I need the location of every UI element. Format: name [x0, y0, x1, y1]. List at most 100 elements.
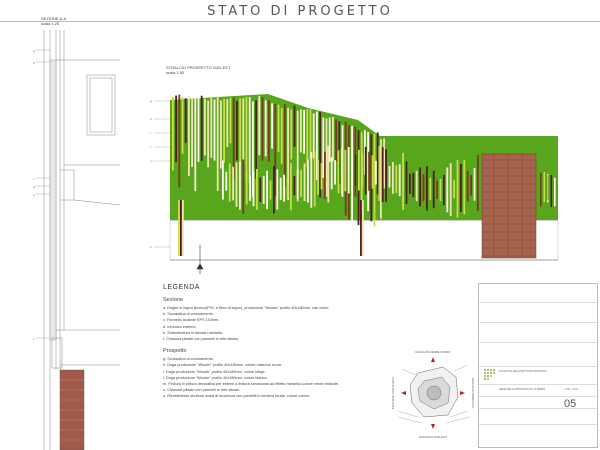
elevation-scale: scala 1:50 [166, 70, 185, 75]
slat [463, 159, 466, 215]
slat [242, 159, 245, 214]
slat [300, 109, 302, 153]
slat [276, 169, 279, 210]
slat [313, 150, 316, 207]
svg-text:a: a [33, 49, 35, 53]
slat [280, 107, 283, 164]
slat [225, 171, 228, 191]
slat [245, 170, 248, 205]
slat [320, 163, 323, 190]
slat [248, 97, 251, 184]
page-title: STATO DI PROGETTO [207, 4, 393, 19]
slat [286, 177, 289, 198]
slat [358, 149, 360, 191]
slat [344, 149, 347, 192]
arrow-marker [401, 391, 406, 395]
slat [307, 159, 309, 203]
slat [207, 100, 209, 168]
svg-text:d: d [33, 185, 35, 189]
slat [322, 117, 325, 178]
slat [194, 94, 197, 192]
slat [439, 178, 442, 201]
plan-label-nw: FACCIATA NORD-OVEST [416, 350, 451, 354]
slat [284, 104, 286, 187]
slat [402, 152, 404, 211]
slat [235, 162, 238, 207]
slat [325, 118, 328, 197]
pillar-slat [182, 200, 184, 256]
slat [456, 159, 459, 218]
slat [242, 98, 245, 165]
plan-label-sw: FACCIATA SUD-OVEST [391, 377, 395, 410]
svg-text:e: e [33, 193, 35, 197]
slat [271, 103, 273, 149]
stair-corten-cladding [481, 153, 537, 259]
slat [258, 95, 261, 156]
slat [327, 145, 330, 203]
slat [409, 173, 411, 194]
slat [432, 170, 435, 209]
slat [184, 98, 187, 143]
slat [375, 160, 377, 185]
slat [540, 172, 542, 207]
legend-item: o. Rivestimento strutture scala di sicur… [163, 394, 310, 399]
slat [256, 169, 258, 210]
slat [361, 153, 364, 188]
slat [249, 175, 251, 201]
slat [216, 95, 219, 191]
svg-text:h: h [150, 117, 152, 121]
slat [351, 148, 353, 192]
slat [337, 150, 340, 194]
slat [310, 151, 313, 208]
slat [245, 96, 248, 182]
slat [178, 94, 181, 188]
slat [197, 95, 200, 162]
legend-section-title: Sezione [163, 297, 183, 303]
slat [309, 109, 312, 160]
slat [210, 98, 213, 158]
slat [269, 180, 272, 200]
slat [223, 98, 225, 163]
slat [262, 175, 265, 204]
slat [466, 171, 469, 202]
slat [279, 177, 282, 200]
slat [378, 146, 381, 202]
legend-title: LEGENDA [163, 284, 200, 291]
slat [335, 119, 337, 162]
svg-text:l: l [150, 145, 151, 149]
slat [453, 180, 455, 199]
slat [324, 151, 326, 199]
slat [470, 175, 472, 196]
slat [200, 95, 203, 161]
slat [181, 96, 184, 154]
slat [232, 97, 235, 179]
slat [229, 97, 232, 144]
slat [392, 162, 394, 194]
slat [354, 154, 357, 186]
slat [232, 166, 234, 201]
section-scale: scala 1:20 [41, 21, 60, 26]
elevation-label: STRALCIO PROSPETTO SUD-EST scala 1:50 [166, 65, 230, 75]
slat [429, 178, 432, 200]
pillar-slat [360, 200, 362, 256]
slat [303, 163, 306, 202]
slat [306, 109, 309, 167]
slat [239, 98, 241, 165]
facade-elevation-drawing: g h i l m n [150, 94, 559, 274]
slat [317, 160, 319, 195]
pillar-slat [362, 200, 364, 256]
slat [415, 170, 418, 202]
slat [347, 147, 350, 194]
slat [204, 98, 206, 156]
slat [264, 100, 267, 157]
plan-label-ne: FACCIATA NORD-EST [471, 378, 475, 409]
slat [371, 155, 374, 189]
title-block: STUDIO DI ARCHITETTURA ASSOCIATI SEDE DE… [478, 283, 598, 448]
legend: LEGENDA Sezione a. Doghe in legno tecnic… [163, 284, 363, 400]
pillar-slat [178, 200, 180, 256]
slat [261, 97, 264, 161]
slat [388, 166, 391, 188]
slat [228, 163, 231, 202]
slat [172, 96, 174, 171]
slat [259, 177, 262, 202]
